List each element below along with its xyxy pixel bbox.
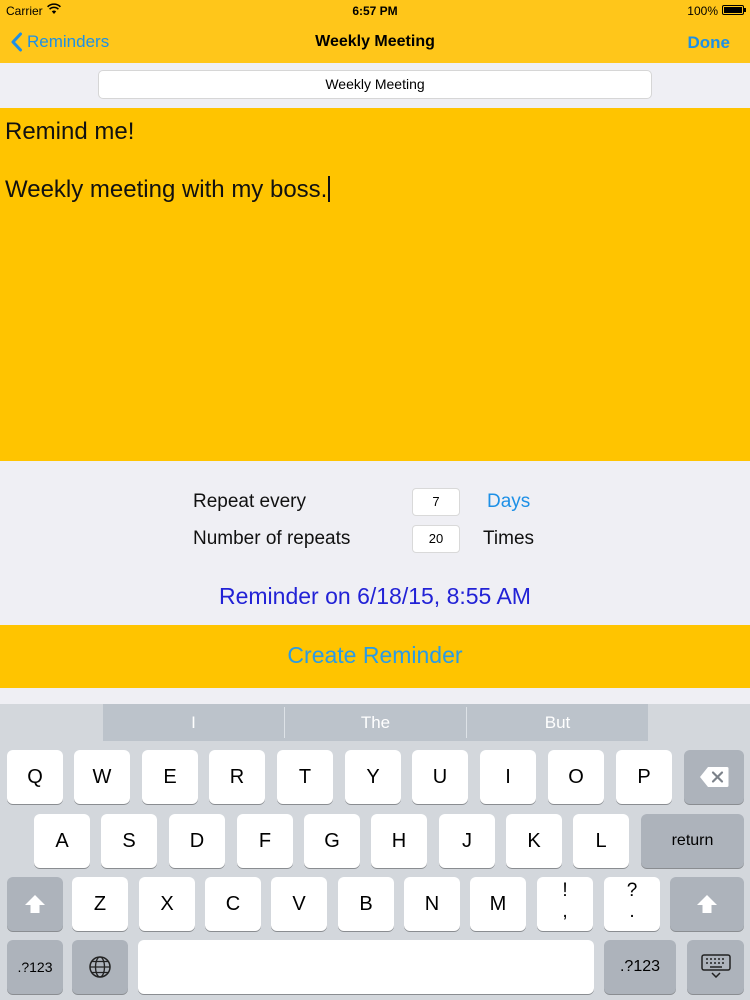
key-k[interactable]: K [506, 814, 562, 868]
repeat-unit-button[interactable]: Days [487, 491, 530, 513]
key-x[interactable]: X [139, 877, 195, 931]
key-g[interactable]: G [304, 814, 360, 868]
key-s[interactable]: S [101, 814, 157, 868]
shift-key-left[interactable] [7, 877, 63, 931]
note-text-area[interactable]: Remind me! Weekly meeting with my boss. [0, 108, 750, 461]
backspace-icon [700, 767, 729, 787]
reminder-date-link[interactable]: Reminder on 6/18/15, 8:55 AM [0, 583, 750, 610]
key-n[interactable]: N [404, 877, 460, 931]
suggestion-1[interactable]: I [103, 704, 284, 741]
key-z[interactable]: Z [72, 877, 128, 931]
numbers-key-left[interactable]: .?123 [7, 940, 63, 994]
repeat-count-input[interactable]: 20 [412, 525, 460, 553]
return-key[interactable]: return [641, 814, 744, 868]
key-f[interactable]: F [237, 814, 293, 868]
key-o[interactable]: O [548, 750, 604, 804]
key-question-period[interactable]: ? . [604, 877, 660, 931]
suggestion-3[interactable]: But [467, 704, 648, 741]
space-key[interactable] [138, 940, 594, 994]
key-i[interactable]: I [480, 750, 536, 804]
note-line-2: Weekly meeting with my boss. [5, 176, 331, 204]
numbers-key-right[interactable]: .?123 [604, 940, 676, 994]
key-u[interactable]: U [412, 750, 468, 804]
status-bar: Carrier 6:57 PM 100% [0, 0, 750, 22]
key-period-label: . [629, 901, 635, 922]
key-b[interactable]: B [338, 877, 394, 931]
delete-key[interactable] [684, 750, 744, 804]
key-comma-label: , [562, 901, 568, 922]
text-caret [328, 176, 331, 202]
note-line-1: Remind me! [5, 118, 135, 145]
key-q[interactable]: Q [7, 750, 63, 804]
key-y[interactable]: Y [345, 750, 401, 804]
key-r[interactable]: R [209, 750, 265, 804]
globe-key[interactable] [72, 940, 128, 994]
note-line-2-text: Weekly meeting with my boss. [5, 176, 328, 203]
page-title: Weekly Meeting [315, 33, 435, 50]
key-l[interactable]: L [573, 814, 629, 868]
hide-keyboard-key[interactable] [687, 940, 744, 994]
suggestion-2[interactable]: The [285, 704, 466, 741]
key-c[interactable]: C [205, 877, 261, 931]
title-input[interactable]: Weekly Meeting [98, 70, 652, 99]
keyboard-hide-icon [700, 954, 731, 979]
shift-icon [697, 895, 717, 913]
key-h[interactable]: H [371, 814, 427, 868]
key-w[interactable]: W [74, 750, 130, 804]
key-exclamation-comma[interactable]: ! , [537, 877, 593, 931]
key-question-label: ? [626, 880, 638, 901]
key-exclamation-label: ! [562, 880, 568, 901]
key-t[interactable]: T [277, 750, 333, 804]
key-e[interactable]: E [142, 750, 198, 804]
key-a[interactable]: A [34, 814, 90, 868]
repeat-every-label: Repeat every [193, 491, 307, 512]
battery-percent: 100% [687, 4, 718, 18]
done-button[interactable]: Done [688, 33, 731, 53]
battery-icon [722, 5, 746, 15]
key-m[interactable]: M [470, 877, 526, 931]
key-d[interactable]: D [169, 814, 225, 868]
repeat-interval-input[interactable]: 7 [412, 488, 460, 516]
status-time: 6:57 PM [352, 4, 398, 18]
key-p[interactable]: P [616, 750, 672, 804]
number-of-repeats-label: Number of repeats [193, 528, 351, 549]
shift-icon [25, 895, 45, 913]
navigation-bar: Reminders Weekly Meeting Done [0, 22, 750, 63]
key-v[interactable]: V [271, 877, 327, 931]
repeat-count-unit: Times [483, 528, 535, 549]
globe-icon [89, 956, 111, 978]
key-j[interactable]: J [439, 814, 495, 868]
create-reminder-button[interactable]: Create Reminder [0, 642, 750, 669]
shift-key-right[interactable] [670, 877, 744, 931]
